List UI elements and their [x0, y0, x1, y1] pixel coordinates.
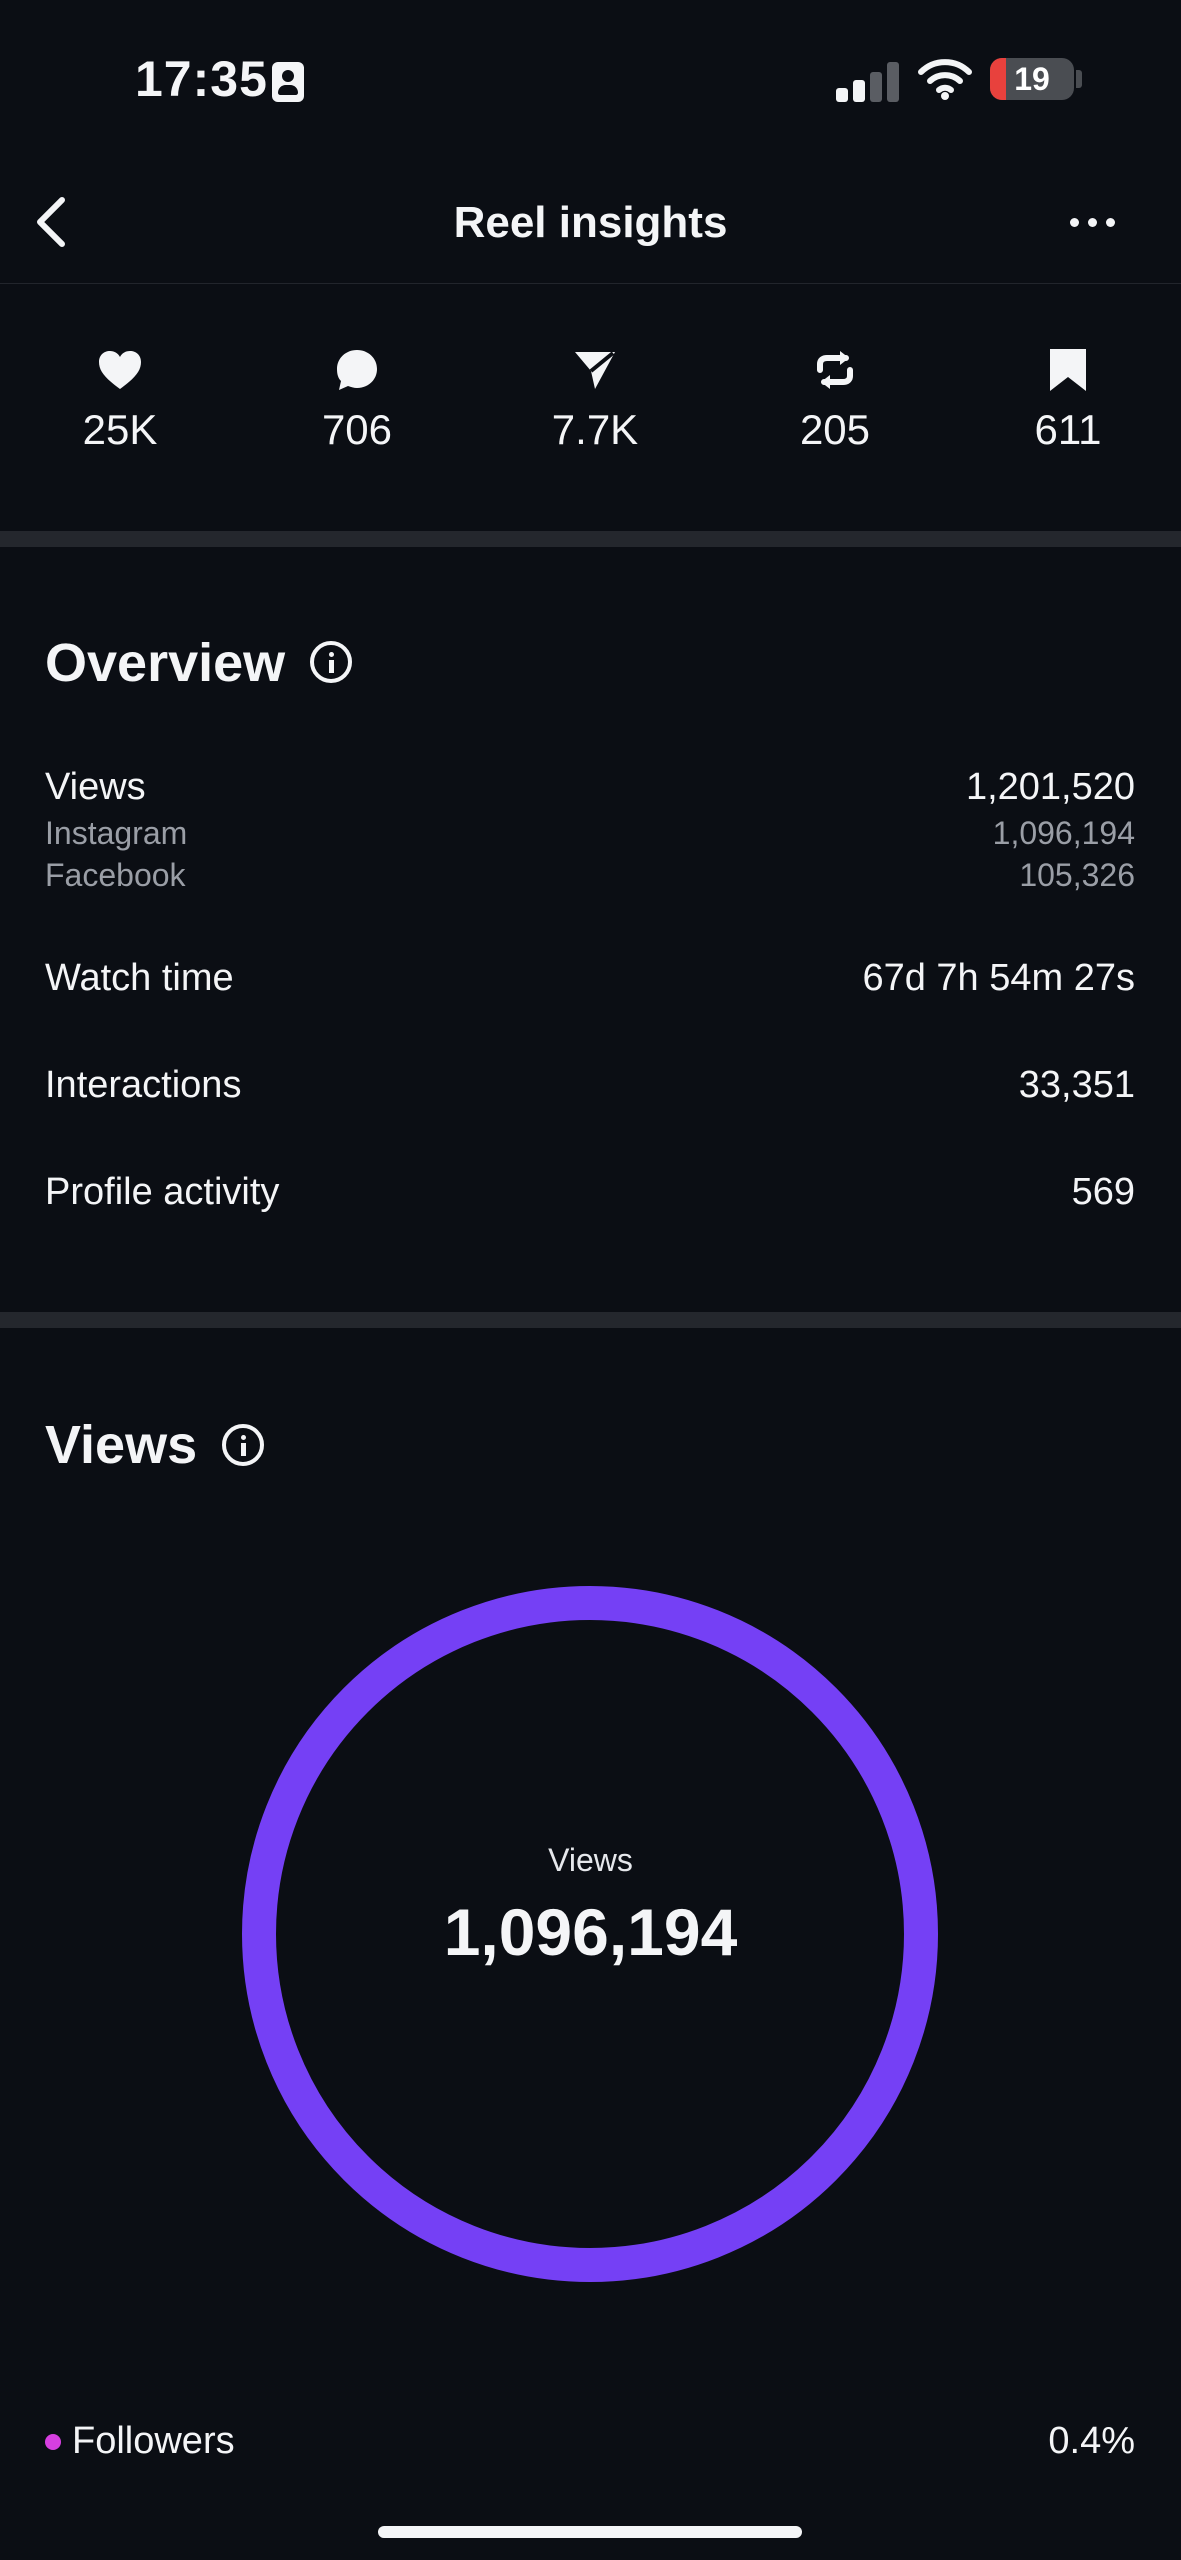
shares-count: 7.7K: [551, 406, 639, 453]
repost-icon: [817, 351, 853, 389]
likes-stat[interactable]: 25K: [40, 345, 200, 455]
section-divider: [0, 531, 1181, 547]
more-horizontal-icon[interactable]: [1068, 212, 1118, 232]
send-icon: [575, 351, 615, 389]
info-icon[interactable]: [310, 641, 352, 683]
profile-activity-label: Profile activity: [45, 1171, 280, 1213]
status-time: 17:35: [135, 51, 268, 107]
interactions-value: 33,351: [1018, 1064, 1135, 1106]
wifi-icon: [918, 59, 972, 100]
page-title: Reel insights: [453, 198, 728, 247]
views-heading: Views: [45, 1415, 198, 1475]
section-divider: [0, 1312, 1181, 1328]
overview-heading: Overview: [45, 633, 286, 693]
instagram-value: 1,096,194: [992, 815, 1135, 851]
legend-dot-followers: [45, 2434, 61, 2450]
interactions-label: Interactions: [45, 1064, 242, 1106]
battery-icon: 19: [990, 58, 1074, 100]
likes-count: 25K: [82, 406, 158, 453]
heart-icon: [99, 351, 141, 389]
header-divider: [0, 283, 1181, 284]
watch-time-value: 67d 7h 54m 27s: [862, 957, 1135, 999]
battery-tip: [1076, 70, 1082, 88]
legend-value-followers: 0.4%: [1048, 2420, 1135, 2462]
donut-value: 1,096,194: [443, 1895, 738, 1969]
reposts-stat[interactable]: 205: [755, 345, 915, 455]
comments-stat[interactable]: 706: [277, 345, 437, 455]
watch-time-label: Watch time: [45, 957, 234, 999]
saves-stat[interactable]: 611: [988, 345, 1148, 455]
bookmark-icon: [1050, 349, 1086, 391]
comment-icon: [337, 350, 377, 390]
facebook-label: Facebook: [45, 857, 186, 893]
views-value: 1,201,520: [965, 766, 1135, 808]
contact-card-icon: [272, 62, 304, 102]
home-indicator[interactable]: [378, 2526, 802, 2538]
legend-label-followers: Followers: [72, 2420, 235, 2462]
battery-level: 19: [1014, 61, 1050, 97]
reposts-count: 205: [799, 406, 871, 453]
views-label: Views: [45, 766, 146, 808]
donut-label: Views: [548, 1842, 633, 1878]
comments-count: 706: [321, 406, 393, 453]
facebook-value: 105,326: [1019, 857, 1135, 893]
shares-stat[interactable]: 7.7K: [515, 345, 675, 455]
info-icon[interactable]: [222, 1424, 264, 1466]
profile-activity-value: 569: [1071, 1171, 1135, 1213]
cellular-signal-icon: [836, 60, 900, 102]
saves-count: 611: [1034, 406, 1102, 453]
instagram-label: Instagram: [45, 815, 188, 851]
